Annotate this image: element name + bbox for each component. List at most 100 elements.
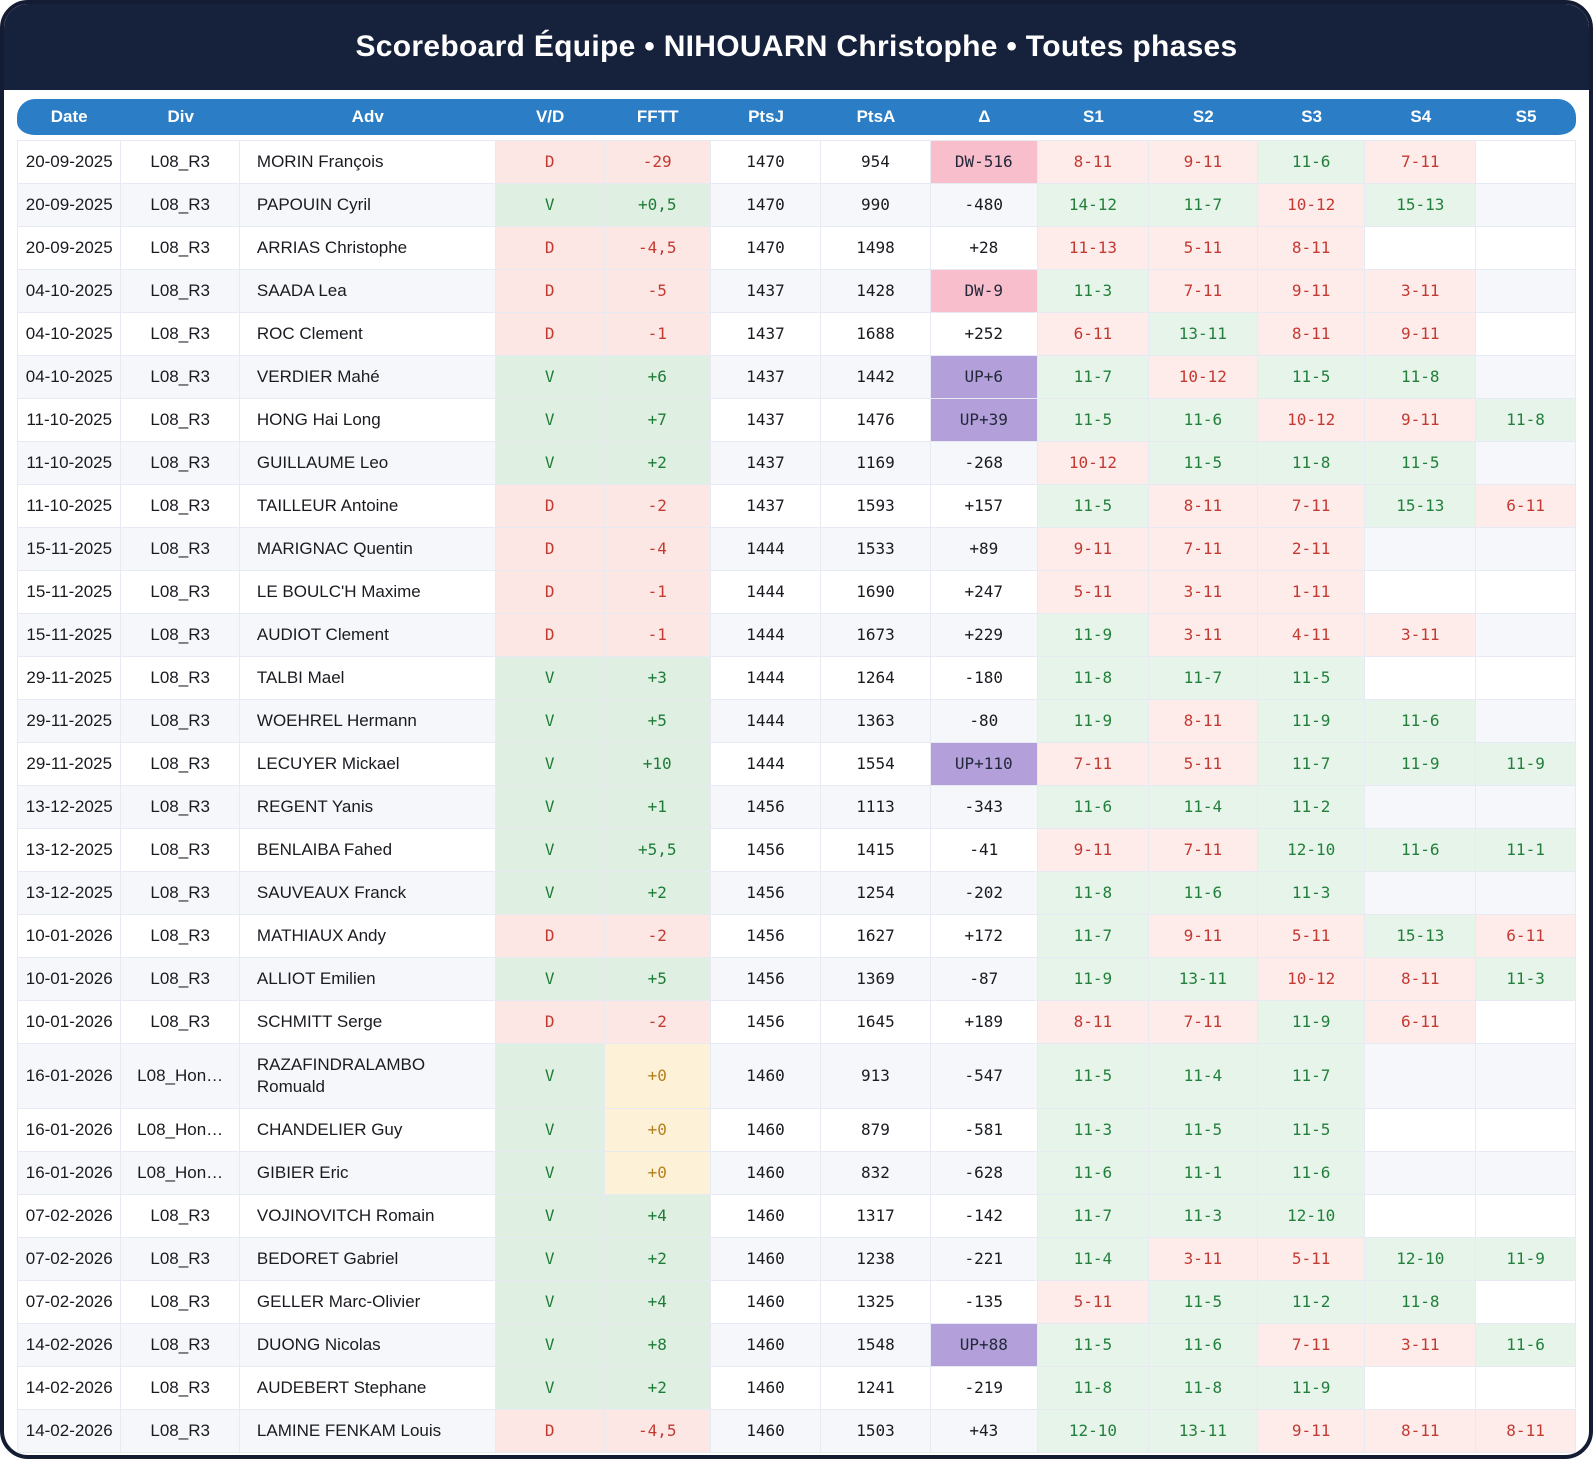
- set-cell-s4: 9-11: [1365, 399, 1476, 442]
- result-cell: D: [496, 1410, 605, 1453]
- set-cell-s5: [1476, 700, 1576, 743]
- set-cell-s5: [1476, 1367, 1576, 1410]
- set-cell-s5: 11-3: [1476, 958, 1576, 1001]
- opponent-points-cell: 1264: [821, 657, 930, 700]
- division-cell: L08_R3: [121, 1195, 239, 1238]
- column-header-ptsa: PtsA: [821, 99, 930, 140]
- result-cell: V: [496, 700, 605, 743]
- set-cell-s5: [1476, 528, 1576, 571]
- table-container: DateDivAdvV/DFFTTPtsJPtsAΔS1S2S3S4S5 20-…: [4, 90, 1589, 1459]
- set-cell-s1: 11-8: [1038, 1367, 1149, 1410]
- opponent-points-cell: 1254: [821, 872, 930, 915]
- set-cell-s5: 11-6: [1476, 1324, 1576, 1367]
- match-row: 07-02-2026L08_R3VOJINOVITCH RomainV+4146…: [17, 1195, 1576, 1238]
- delta-cell: -268: [931, 442, 1039, 485]
- date-cell: 10-01-2026: [17, 958, 121, 1001]
- set-cell-s3: 11-2: [1258, 1281, 1366, 1324]
- column-header-s5: S5: [1476, 99, 1576, 140]
- division-cell: L08_R3: [121, 184, 239, 227]
- set-cell-s2: 7-11: [1149, 528, 1258, 571]
- set-cell-s1: 9-11: [1038, 528, 1149, 571]
- delta-cell: -343: [931, 786, 1039, 829]
- division-cell: L08_Hon…: [121, 1152, 239, 1195]
- set-cell-s3: 11-6: [1258, 140, 1366, 184]
- division-cell: L08_R3: [121, 872, 239, 915]
- division-cell: L08_R3: [121, 829, 239, 872]
- adversary-cell: VOJINOVITCH Romain: [240, 1195, 496, 1238]
- division-cell: L08_R3: [121, 485, 239, 528]
- date-cell: 16-01-2026: [17, 1152, 121, 1195]
- delta-cell: +157: [931, 485, 1039, 528]
- set-cell-s4: 6-11: [1365, 1001, 1476, 1044]
- fftt-points-cell: +2: [605, 1367, 711, 1410]
- set-cell-s4: [1365, 571, 1476, 614]
- match-row: 15-11-2025L08_R3AUDIOT ClementD-11444167…: [17, 614, 1576, 657]
- title-bar: Scoreboard Équipe • NIHOUARN Christophe …: [4, 4, 1589, 90]
- match-row: 16-01-2026L08_Hon…CHANDELIER GuyV+014608…: [17, 1109, 1576, 1152]
- date-cell: 11-10-2025: [17, 442, 121, 485]
- fftt-points-cell: -29: [605, 140, 711, 184]
- set-cell-s1: 10-12: [1038, 442, 1149, 485]
- set-cell-s1: 11-7: [1038, 915, 1149, 958]
- delta-cell: +189: [931, 1001, 1039, 1044]
- player-points-cell: 1444: [711, 571, 822, 614]
- set-cell-s3: 9-11: [1258, 1410, 1366, 1453]
- column-header-vd: V/D: [496, 99, 605, 140]
- set-cell-s5: [1476, 1109, 1576, 1152]
- match-row: 10-01-2026L08_R3MATHIAUX AndyD-214561627…: [17, 915, 1576, 958]
- fftt-points-cell: +6: [605, 356, 711, 399]
- adversary-cell: SCHMITT Serge: [240, 1001, 496, 1044]
- player-points-cell: 1456: [711, 872, 822, 915]
- set-cell-s5: [1476, 1001, 1576, 1044]
- set-cell-s1: 5-11: [1038, 571, 1149, 614]
- result-cell: D: [496, 313, 605, 356]
- result-cell: V: [496, 1195, 605, 1238]
- player-points-cell: 1460: [711, 1109, 822, 1152]
- date-cell: 15-11-2025: [17, 571, 121, 614]
- result-cell: D: [496, 571, 605, 614]
- opponent-points-cell: 1673: [821, 614, 930, 657]
- set-cell-s3: 11-3: [1258, 872, 1366, 915]
- adversary-cell: AUDIOT Clement: [240, 614, 496, 657]
- division-cell: L08_R3: [121, 270, 239, 313]
- player-points-cell: 1444: [711, 700, 822, 743]
- set-cell-s4: 11-6: [1365, 829, 1476, 872]
- fftt-points-cell: -4: [605, 528, 711, 571]
- set-cell-s1: 12-10: [1038, 1410, 1149, 1453]
- adversary-cell: SAUVEAUX Franck: [240, 872, 496, 915]
- match-row: 16-01-2026L08_Hon…GIBIER EricV+01460832-…: [17, 1152, 1576, 1195]
- opponent-points-cell: 1169: [821, 442, 930, 485]
- date-cell: 14-02-2026: [17, 1324, 121, 1367]
- opponent-points-cell: 879: [821, 1109, 930, 1152]
- fftt-points-cell: +3: [605, 657, 711, 700]
- adversary-cell: ALLIOT Emilien: [240, 958, 496, 1001]
- set-cell-s3: 12-10: [1258, 1195, 1366, 1238]
- set-cell-s4: 8-11: [1365, 1410, 1476, 1453]
- result-cell: V: [496, 786, 605, 829]
- result-cell: D: [496, 227, 605, 270]
- result-cell: V: [496, 442, 605, 485]
- delta-cell: +43: [931, 1410, 1039, 1453]
- set-cell-s5: [1476, 1281, 1576, 1324]
- adversary-cell: REGENT Yanis: [240, 786, 496, 829]
- opponent-points-cell: 1241: [821, 1367, 930, 1410]
- set-cell-s2: 9-11: [1149, 140, 1258, 184]
- delta-cell: -87: [931, 958, 1039, 1001]
- player-points-cell: 1460: [711, 1152, 822, 1195]
- result-cell: V: [496, 356, 605, 399]
- delta-cell: +172: [931, 915, 1039, 958]
- set-cell-s1: 11-3: [1038, 270, 1149, 313]
- player-points-cell: 1460: [711, 1044, 822, 1109]
- division-cell: L08_R3: [121, 227, 239, 270]
- result-cell: V: [496, 743, 605, 786]
- fftt-points-cell: +0: [605, 1152, 711, 1195]
- player-points-cell: 1456: [711, 1001, 822, 1044]
- set-cell-s4: [1365, 528, 1476, 571]
- player-points-cell: 1437: [711, 313, 822, 356]
- set-cell-s4: [1365, 1109, 1476, 1152]
- player-points-cell: 1437: [711, 356, 822, 399]
- fftt-points-cell: +5: [605, 958, 711, 1001]
- fftt-points-cell: -4,5: [605, 227, 711, 270]
- date-cell: 14-02-2026: [17, 1410, 121, 1453]
- opponent-points-cell: 954: [821, 140, 930, 184]
